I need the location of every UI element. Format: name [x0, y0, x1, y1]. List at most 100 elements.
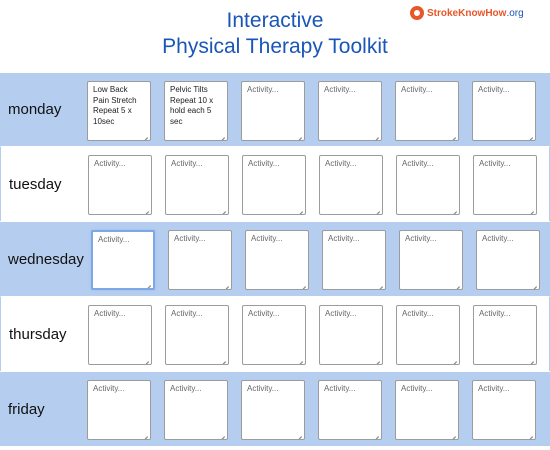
activity-text: Activity... — [94, 309, 126, 318]
resize-handle-icon[interactable] — [223, 281, 229, 287]
activity-text: Activity... — [94, 159, 126, 168]
resize-handle-icon[interactable] — [450, 431, 456, 437]
resize-handle-icon[interactable] — [143, 206, 149, 212]
title-line-2: Physical Therapy Toolkit — [162, 35, 388, 58]
resize-handle-icon[interactable] — [527, 132, 533, 138]
activity-text: Activity... — [247, 85, 279, 94]
activity-input-thursday-1[interactable]: Activity... — [88, 305, 152, 365]
activity-input-wednesday-4[interactable]: Activity... — [322, 230, 386, 290]
activity-input-friday-4[interactable]: Activity... — [318, 380, 382, 440]
activity-input-monday-2[interactable]: Pelvic Tilts Repeat 10 x hold each 5 sec — [164, 81, 228, 141]
resize-handle-icon[interactable] — [373, 132, 379, 138]
activity-input-tuesday-5[interactable]: Activity... — [396, 155, 460, 215]
resize-handle-icon[interactable] — [143, 356, 149, 362]
day-label-friday: friday — [8, 400, 45, 418]
resize-handle-icon[interactable] — [527, 431, 533, 437]
activity-input-tuesday-6[interactable]: Activity... — [473, 155, 537, 215]
row-wednesday: wednesday Activity... Activity... Activity.… — [0, 221, 550, 296]
activity-text: Activity... — [324, 85, 356, 94]
activity-text: Activity... — [174, 234, 206, 243]
activity-input-tuesday-2[interactable]: Activity... — [165, 155, 229, 215]
activity-text: Activity... — [478, 384, 510, 393]
activity-text: Activity... — [247, 384, 279, 393]
resize-handle-icon[interactable] — [145, 280, 151, 286]
activity-input-friday-6[interactable]: Activity... — [472, 380, 536, 440]
resize-handle-icon[interactable] — [454, 281, 460, 287]
activity-text: Activity... — [328, 234, 360, 243]
resize-handle-icon[interactable] — [296, 132, 302, 138]
activity-input-thursday-2[interactable]: Activity... — [165, 305, 229, 365]
activity-text: Activity... — [325, 309, 357, 318]
activity-input-friday-3[interactable]: Activity... — [241, 380, 305, 440]
activity-text: Activity... — [401, 85, 433, 94]
activity-input-friday-5[interactable]: Activity... — [395, 380, 459, 440]
activity-text: Activity... — [248, 159, 280, 168]
activity-text: Activity... — [479, 159, 511, 168]
logo-icon — [410, 6, 424, 20]
resize-handle-icon[interactable] — [528, 356, 534, 362]
resize-handle-icon[interactable] — [374, 206, 380, 212]
activity-text: Activity... — [405, 234, 437, 243]
resize-handle-icon[interactable] — [451, 206, 457, 212]
activity-text: Activity... — [402, 309, 434, 318]
activity-text: Activity... — [93, 384, 125, 393]
activity-input-monday-6[interactable]: Activity... — [472, 81, 536, 141]
row-tuesday: tuesday Activity... Activity... Activity...… — [0, 146, 550, 221]
activity-input-tuesday-3[interactable]: Activity... — [242, 155, 306, 215]
activity-input-monday-4[interactable]: Activity... — [318, 81, 382, 141]
activity-input-monday-5[interactable]: Activity... — [395, 81, 459, 141]
activity-text: Activity... — [325, 159, 357, 168]
activity-text: Activity... — [170, 384, 202, 393]
activity-input-tuesday-1[interactable]: Activity... — [88, 155, 152, 215]
activity-text: Activity... — [171, 159, 203, 168]
resize-handle-icon[interactable] — [219, 132, 225, 138]
activity-text: Activity... — [171, 309, 203, 318]
row-thursday: thursday Activity... Activity... Activity..… — [0, 296, 550, 371]
resize-handle-icon[interactable] — [297, 206, 303, 212]
resize-handle-icon[interactable] — [528, 206, 534, 212]
activity-input-tuesday-4[interactable]: Activity... — [319, 155, 383, 215]
activity-input-wednesday-1[interactable]: Activity... — [91, 230, 155, 290]
resize-handle-icon[interactable] — [220, 206, 226, 212]
resize-handle-icon[interactable] — [142, 431, 148, 437]
activity-input-friday-2[interactable]: Activity... — [164, 380, 228, 440]
activity-text: Activity... — [401, 384, 433, 393]
activity-input-monday-1[interactable]: Low Back Pain Stretch Repeat 5 x 10sec — [87, 81, 151, 141]
resize-handle-icon[interactable] — [296, 431, 302, 437]
row-friday: friday Activity... Activity... Activity... A… — [0, 371, 550, 446]
day-label-tuesday: tuesday — [9, 175, 62, 193]
resize-handle-icon[interactable] — [219, 431, 225, 437]
activity-text: Activity... — [478, 85, 510, 94]
activity-text: Activity... — [402, 159, 434, 168]
activity-text: Low Back Pain Stretch Repeat 5 x 10sec — [93, 85, 137, 126]
activity-text: Activity... — [98, 235, 130, 244]
resize-handle-icon[interactable] — [374, 356, 380, 362]
activity-input-wednesday-6[interactable]: Activity... — [476, 230, 540, 290]
activity-input-monday-3[interactable]: Activity... — [241, 81, 305, 141]
resize-handle-icon[interactable] — [451, 356, 457, 362]
resize-handle-icon[interactable] — [377, 281, 383, 287]
activity-input-wednesday-3[interactable]: Activity... — [245, 230, 309, 290]
resize-handle-icon[interactable] — [220, 356, 226, 362]
resize-handle-icon[interactable] — [531, 281, 537, 287]
activity-input-friday-1[interactable]: Activity... — [87, 380, 151, 440]
activity-input-thursday-4[interactable]: Activity... — [319, 305, 383, 365]
strokeknowhow-logo[interactable]: StrokeKnowHow.org — [410, 6, 524, 20]
activity-input-wednesday-2[interactable]: Activity... — [168, 230, 232, 290]
activity-input-thursday-5[interactable]: Activity... — [396, 305, 460, 365]
resize-handle-icon[interactable] — [297, 356, 303, 362]
resize-handle-icon[interactable] — [300, 281, 306, 287]
activity-text: Activity... — [479, 309, 511, 318]
resize-handle-icon[interactable] — [450, 132, 456, 138]
activity-input-thursday-6[interactable]: Activity... — [473, 305, 537, 365]
activity-input-wednesday-5[interactable]: Activity... — [399, 230, 463, 290]
day-label-monday: monday — [8, 101, 62, 118]
activity-text: Activity... — [482, 234, 514, 243]
resize-handle-icon[interactable] — [142, 132, 148, 138]
activity-text: Activity... — [251, 234, 283, 243]
activity-text: Activity... — [248, 309, 280, 318]
activity-input-thursday-3[interactable]: Activity... — [242, 305, 306, 365]
resize-handle-icon[interactable] — [373, 431, 379, 437]
activity-text: Activity... — [324, 384, 356, 393]
activity-text: Pelvic Tilts Repeat 10 x hold each 5 sec — [170, 85, 214, 126]
